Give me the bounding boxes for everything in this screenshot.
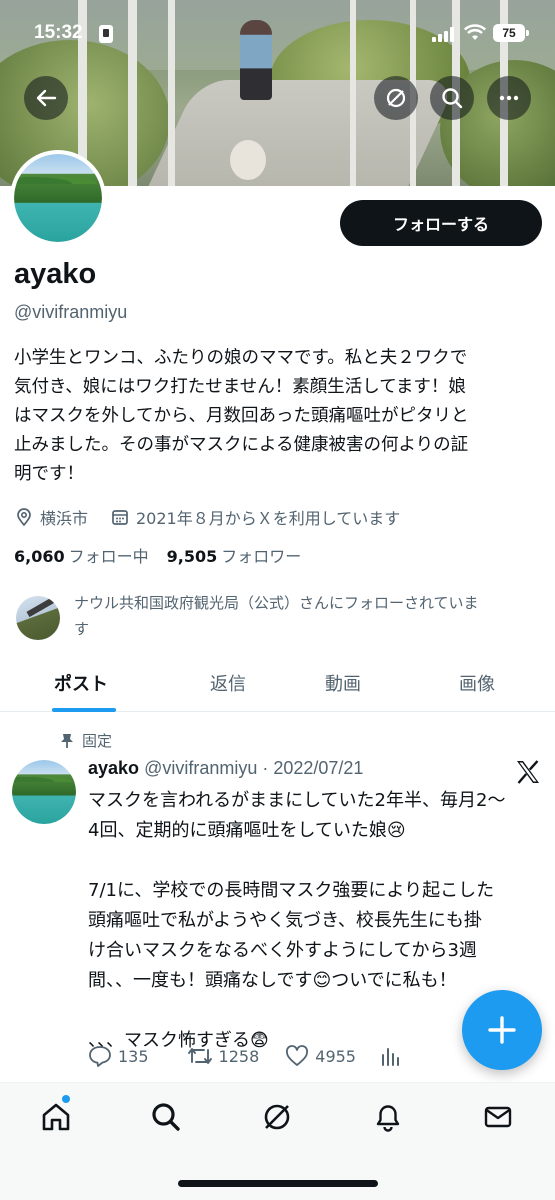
plus-icon bbox=[488, 1016, 516, 1044]
screen-lock-icon bbox=[99, 25, 113, 43]
x-logo-icon[interactable] bbox=[514, 758, 542, 786]
profile-bio: 小学生とワンコ、ふたりの娘のママです。私と夫２ワクで 気付き、娘にはワク打たせま… bbox=[14, 344, 539, 489]
profile-avatar[interactable] bbox=[10, 150, 106, 246]
bio-line: 明です！ bbox=[14, 464, 84, 484]
profile-tabs: ポスト 返信 動画 画像 bbox=[0, 656, 555, 712]
repost-count: 1258 bbox=[218, 1046, 260, 1066]
status-bar: 15:32 75 bbox=[0, 0, 555, 62]
reply-button[interactable]: 135 bbox=[88, 1045, 149, 1067]
search-icon bbox=[152, 1103, 180, 1131]
search-button[interactable] bbox=[430, 76, 474, 120]
more-button[interactable] bbox=[487, 76, 531, 120]
home-icon bbox=[42, 1103, 70, 1131]
repost-icon bbox=[187, 1048, 212, 1064]
tab-replies[interactable]: 返信 bbox=[210, 670, 246, 696]
home-notification-dot bbox=[62, 1095, 70, 1103]
repost-button[interactable]: 1258 bbox=[187, 1045, 260, 1067]
tab-posts[interactable]: ポスト bbox=[54, 670, 108, 696]
location-pin-icon bbox=[17, 508, 31, 527]
nav-notifications[interactable] bbox=[368, 1097, 408, 1137]
like-button[interactable]: 4955 bbox=[285, 1045, 356, 1067]
grok-icon bbox=[386, 88, 406, 108]
nav-messages[interactable] bbox=[478, 1097, 518, 1137]
post-author-name[interactable]: ayako bbox=[88, 758, 139, 778]
following-count: 6,060 bbox=[14, 547, 65, 566]
pin-icon bbox=[61, 733, 73, 748]
follow-button[interactable]: フォローする bbox=[340, 200, 542, 246]
active-tab-indicator bbox=[52, 708, 116, 712]
followers-count: 9,505 bbox=[166, 547, 218, 566]
followed-by-line: ナウル共和国政府観光局（公式）さんにフォローされていま bbox=[74, 594, 479, 612]
home-indicator bbox=[178, 1180, 378, 1187]
followed-by[interactable]: ナウル共和国政府観光局（公式）さんにフォローされていま す bbox=[14, 590, 544, 646]
followed-by-line: す bbox=[74, 620, 90, 638]
profile-stats: 6,060 フォロー中 9,505 フォロワー bbox=[14, 543, 301, 567]
nav-search[interactable] bbox=[146, 1097, 186, 1137]
followers-link[interactable]: 9,505 フォロワー bbox=[167, 543, 302, 567]
back-arrow-icon bbox=[36, 89, 57, 107]
following-link[interactable]: 6,060 フォロー中 bbox=[14, 543, 149, 567]
profile-handle: @vivifranmiyu bbox=[14, 302, 128, 322]
post-author-handle-date: @vivifranmiyu · 2022/07/21 bbox=[144, 758, 364, 778]
bio-line: 止みました。その事がマスクによる健康被害の何よりの証 bbox=[14, 435, 469, 455]
status-time: 15:32 bbox=[34, 22, 83, 43]
bio-line: 気付き、娘にはワク打たせません！素顔生活してます！娘 bbox=[14, 377, 466, 397]
tab-videos[interactable]: 動画 bbox=[325, 670, 361, 696]
back-button[interactable] bbox=[24, 76, 68, 120]
nav-grok[interactable] bbox=[257, 1097, 297, 1137]
pinned-text: 固定 bbox=[82, 732, 113, 750]
post-header: ayako @vivifranmiyu · 2022/07/21 bbox=[88, 758, 363, 779]
calendar-icon bbox=[112, 510, 128, 525]
following-label: フォロー中 bbox=[68, 547, 149, 566]
views-chart-icon bbox=[381, 1048, 399, 1066]
nav-home[interactable] bbox=[36, 1097, 76, 1137]
followers-label: フォロワー bbox=[221, 547, 302, 566]
tab-images[interactable]: 画像 bbox=[459, 670, 495, 696]
post-actions: 135 1258 4955 bbox=[88, 1042, 402, 1070]
followed-by-text: ナウル共和国政府観光局（公式）さんにフォローされていま す bbox=[74, 590, 544, 642]
mail-icon bbox=[484, 1106, 512, 1128]
followed-by-avatar bbox=[16, 596, 60, 640]
more-icon bbox=[499, 95, 519, 101]
grok-icon bbox=[264, 1104, 290, 1130]
location-text: 横浜市 bbox=[40, 509, 89, 528]
post-avatar[interactable] bbox=[12, 760, 76, 824]
battery-icon: 75 bbox=[493, 24, 529, 42]
views-button[interactable] bbox=[380, 1045, 402, 1067]
pinned-label: 固定 bbox=[60, 730, 112, 751]
like-count: 4955 bbox=[315, 1046, 356, 1066]
joined-text: 2021年８月からＸを利用しています bbox=[136, 509, 401, 528]
wifi-icon bbox=[464, 24, 486, 40]
search-icon bbox=[442, 88, 463, 109]
profile-name: ayako bbox=[14, 258, 97, 290]
profile-joined: 2021年８月からＸを利用しています bbox=[110, 505, 400, 529]
bio-line: 小学生とワンコ、ふたりの娘のママです。私と夫２ワクで bbox=[14, 348, 468, 368]
reply-icon bbox=[89, 1046, 111, 1067]
bell-icon bbox=[376, 1105, 400, 1132]
grok-button[interactable] bbox=[374, 76, 418, 120]
reply-count: 135 bbox=[118, 1046, 149, 1066]
compose-fab[interactable] bbox=[462, 990, 542, 1070]
cellular-signal-icon bbox=[432, 26, 456, 42]
bio-line: はマスクを外してから、月数回あった頭痛嘔吐がピタリと bbox=[14, 406, 469, 426]
profile-location: 横浜市 bbox=[14, 505, 88, 529]
heart-icon bbox=[286, 1045, 309, 1066]
